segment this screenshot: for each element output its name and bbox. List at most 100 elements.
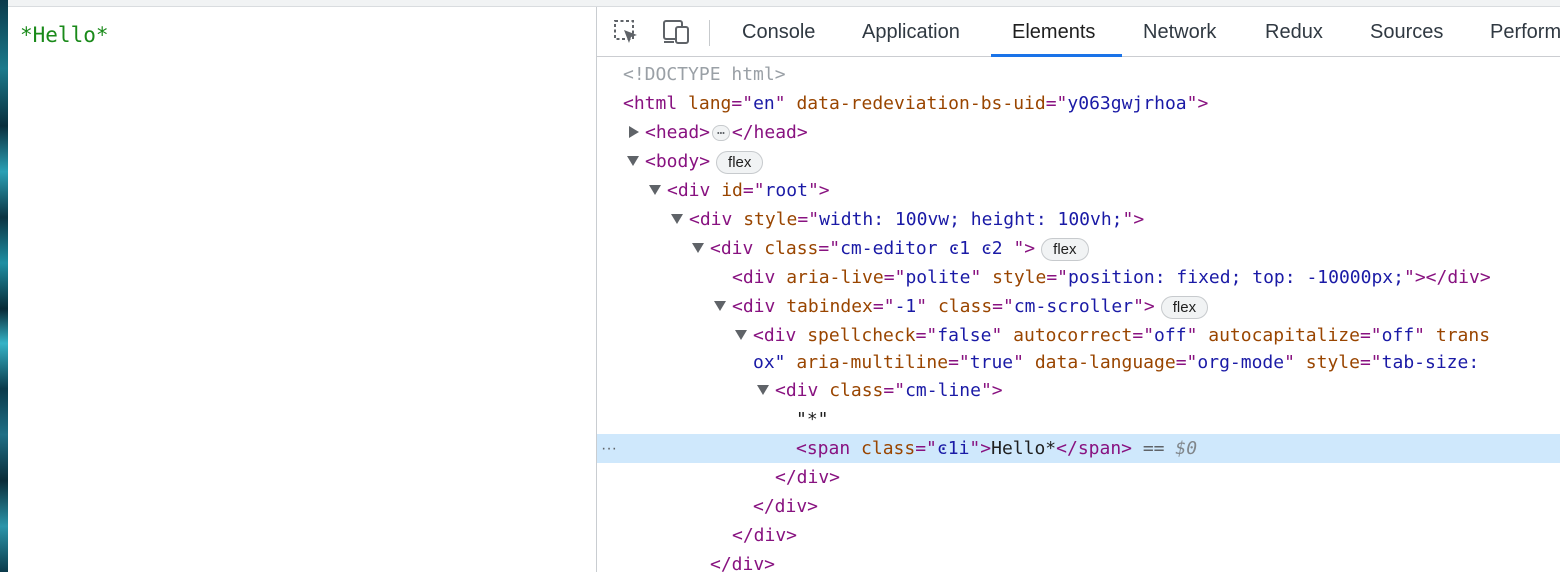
attr-value: off: [1154, 325, 1187, 346]
attr-name: tabindex: [786, 296, 873, 317]
attr-name: id: [721, 180, 743, 201]
tree-node-selected-span[interactable]: ··· <span class="ͼ1i">Hello*</span> == $0: [597, 434, 1560, 463]
flex-badge[interactable]: flex: [716, 150, 764, 174]
tree-node-close-cm-scroller[interactable]: </div>: [597, 521, 1560, 550]
tab-sources[interactable]: Sources: [1370, 7, 1443, 57]
tag-name: div: [677, 180, 711, 201]
text-node-content: "*": [796, 409, 829, 430]
desktop-wallpaper-strip: [0, 0, 8, 572]
tree-node-doctype[interactable]: <!DOCTYPE html>: [597, 60, 1560, 89]
tree-node-cm-editor[interactable]: <div class="cm-editor ͼ1 ͼ2 "> flex: [597, 234, 1560, 263]
attr-value: position: fixed; top: -10000px;: [1068, 267, 1404, 288]
tree-node-head[interactable]: <head>… </head>: [597, 118, 1560, 147]
editor-line[interactable]: *Hello*: [20, 23, 109, 47]
collapse-arrow-icon[interactable]: [757, 384, 769, 395]
attr-name: style: [992, 267, 1047, 288]
tag-close: </div>: [753, 496, 819, 517]
attr-name: style: [1305, 352, 1360, 373]
attr-value: root: [764, 180, 808, 201]
tree-node-style-div[interactable]: <div style="width: 100vw; height: 100vh;…: [597, 205, 1560, 234]
tree-node-close-cm-content[interactable]: </div>: [597, 492, 1560, 521]
collapse-arrow-icon[interactable]: [735, 329, 747, 340]
tree-node-root-div[interactable]: <div id="root">: [597, 176, 1560, 205]
attr-value: cm-scroller: [1013, 296, 1134, 317]
tag-name: div: [720, 238, 754, 259]
attr-name: class: [829, 380, 884, 401]
collapse-arrow-icon[interactable]: [627, 155, 639, 166]
attr-value: y063gwjrhoa: [1067, 93, 1187, 114]
tab-redux[interactable]: Redux: [1265, 7, 1323, 57]
tab-console[interactable]: Console: [742, 7, 815, 57]
tab-elements[interactable]: Elements: [1012, 7, 1095, 57]
tag-name: div: [699, 209, 733, 230]
flex-badge[interactable]: flex: [1041, 237, 1089, 261]
console-ref: $0: [1175, 438, 1198, 459]
tag-close: ></div>: [1414, 267, 1491, 288]
doctype-text: <!DOCTYPE html>: [623, 64, 786, 85]
toolbar-divider: [709, 20, 710, 46]
attr-value: org-mode: [1197, 352, 1285, 373]
attr-name: aria-multiline: [796, 352, 949, 373]
tree-node-cm-content[interactable]: <div spellcheck="false" autocorrect="off…: [597, 321, 1560, 350]
attr-value: off: [1381, 325, 1415, 346]
attr-value: cm-editor ͼ1 ͼ2: [840, 238, 1014, 259]
attr-name: data-redeviation-bs-uid: [796, 93, 1046, 114]
attr-name: lang: [688, 93, 732, 114]
tree-node-html[interactable]: <html lang="en" data-redeviation-bs-uid=…: [597, 89, 1560, 118]
inspect-element-icon[interactable]: [611, 17, 641, 47]
attr-name: aria-live: [786, 267, 884, 288]
attr-value: ox": [753, 352, 797, 373]
attr-name: data-language: [1034, 352, 1176, 373]
tree-node-cm-line[interactable]: <div class="cm-line">: [597, 376, 1560, 405]
attr-value: en: [753, 93, 775, 114]
attr-name: spellcheck: [807, 325, 916, 346]
expand-arrow-icon[interactable]: [629, 125, 639, 138]
tree-node-text[interactable]: "*": [597, 405, 1560, 434]
attr-value: true: [969, 352, 1014, 373]
attr-value: tab-size:: [1381, 352, 1491, 373]
attr-name: autocorrect: [1013, 325, 1133, 346]
tree-node-body[interactable]: <body> flex: [597, 147, 1560, 176]
span-text: Hello*: [991, 438, 1057, 459]
tree-node-close-cm-editor[interactable]: </div>: [597, 550, 1560, 572]
tag-close: </head>: [731, 122, 808, 143]
attr-value: false: [937, 325, 992, 346]
attr-name: class: [861, 438, 916, 459]
tag-name: html: [633, 93, 678, 114]
collapse-arrow-icon[interactable]: [671, 213, 683, 224]
collapse-arrow-icon[interactable]: [649, 184, 661, 195]
tab-network[interactable]: Network: [1143, 7, 1216, 57]
equals-sign: ==: [1142, 438, 1165, 459]
attr-name: class: [764, 238, 819, 259]
window-top-border: [8, 0, 1560, 7]
tree-node-close-cm-line[interactable]: </div>: [597, 463, 1560, 492]
devtools-toolbar: Console Application Elements Network Red…: [597, 7, 1560, 57]
attr-name: trans: [1435, 325, 1491, 346]
attr-name: style: [743, 209, 798, 230]
tab-application[interactable]: Application: [862, 7, 960, 57]
attr-name: class: [937, 296, 993, 317]
tab-performance[interactable]: Perform: [1490, 7, 1560, 57]
page-preview[interactable]: *Hello*: [8, 7, 596, 572]
tag-name: div: [785, 380, 819, 401]
tag-open: <head>: [645, 122, 711, 143]
active-tab-indicator: [991, 54, 1122, 57]
collapsed-content-badge[interactable]: …: [712, 124, 730, 141]
flex-badge[interactable]: flex: [1160, 295, 1209, 319]
more-options-icon[interactable]: ···: [601, 434, 617, 463]
tree-node-aria-live-div[interactable]: <div aria-live="polite" style="position:…: [597, 263, 1560, 292]
attr-name: autocapitalize: [1208, 325, 1360, 346]
attr-value: cm-line: [905, 380, 981, 401]
attr-value: width: 100vw; height: 100vh;: [819, 209, 1123, 230]
tag-close: </div>: [710, 554, 776, 572]
tag-close: </div>: [732, 525, 798, 546]
tag-name: body: [655, 151, 700, 172]
tree-node-cm-content-wrap[interactable]: ox" aria-multiline="true" data-language=…: [597, 348, 1560, 377]
attr-value: -1: [894, 296, 917, 317]
attr-value: ͼ1i: [936, 438, 970, 459]
attr-value: polite: [905, 267, 971, 288]
collapse-arrow-icon[interactable]: [714, 300, 726, 311]
tree-node-cm-scroller[interactable]: <div tabindex="-1" class="cm-scroller"> f…: [597, 292, 1560, 321]
device-toolbar-icon[interactable]: [661, 17, 691, 47]
collapse-arrow-icon[interactable]: [692, 242, 704, 253]
